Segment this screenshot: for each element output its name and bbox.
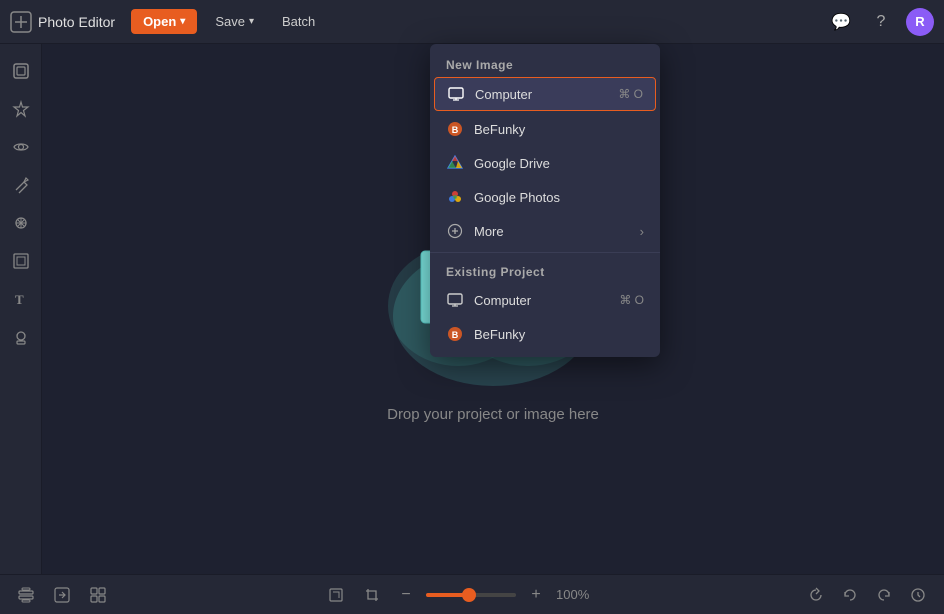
fit-button[interactable] bbox=[322, 581, 350, 609]
menu-divider bbox=[430, 252, 660, 253]
existing-project-section-title: Existing Project bbox=[430, 257, 660, 283]
undo-button[interactable] bbox=[836, 581, 864, 609]
zoom-slider[interactable] bbox=[426, 593, 516, 597]
zoom-in-button[interactable]: + bbox=[524, 583, 548, 607]
zoom-out-button[interactable]: − bbox=[394, 583, 418, 607]
google-drive-icon bbox=[446, 154, 464, 172]
menu-item-befunky-existing[interactable]: B BeFunky bbox=[430, 317, 660, 351]
sidebar-item-brush[interactable] bbox=[4, 168, 38, 202]
bottom-left bbox=[12, 581, 112, 609]
zoom-level: 100% bbox=[556, 587, 592, 602]
monitor-icon bbox=[447, 85, 465, 103]
computer-shortcut-existing: ⌘ O bbox=[619, 293, 644, 307]
save-caret: ▾ bbox=[249, 16, 254, 27]
drop-text: Drop your project or image here bbox=[387, 406, 599, 423]
monitor-icon-existing bbox=[446, 291, 464, 309]
menu-label-google-drive: Google Drive bbox=[474, 156, 550, 171]
sidebar-item-layers[interactable] bbox=[4, 54, 38, 88]
redo-button[interactable] bbox=[870, 581, 898, 609]
more-arrow: › bbox=[640, 224, 644, 239]
chat-icon-button[interactable]: 💬 bbox=[826, 7, 856, 37]
plus-icon bbox=[446, 222, 464, 240]
sidebar-item-eye[interactable] bbox=[4, 130, 38, 164]
menu-item-befunky-new[interactable]: B BeFunky bbox=[430, 112, 660, 146]
sidebar: T bbox=[0, 44, 42, 574]
crop-button[interactable] bbox=[358, 581, 386, 609]
menu-item-google-drive[interactable]: Google Drive bbox=[430, 146, 660, 180]
app-logo: Photo Editor bbox=[10, 11, 115, 33]
befunky-icon-existing: B bbox=[446, 325, 464, 343]
menu-item-computer-new[interactable]: Computer ⌘ O bbox=[434, 77, 656, 111]
svg-text:B: B bbox=[452, 125, 459, 135]
menu-item-computer-existing[interactable]: Computer ⌘ O bbox=[430, 283, 660, 317]
open-button[interactable]: Open ▾ bbox=[131, 9, 197, 34]
help-icon-button[interactable]: ? bbox=[866, 7, 896, 37]
export-button[interactable] bbox=[48, 581, 76, 609]
google-photos-icon bbox=[446, 188, 464, 206]
batch-button[interactable]: Batch bbox=[272, 10, 325, 33]
befunky-icon-new: B bbox=[446, 120, 464, 138]
topbar: Photo Editor Open ▾ Save ▾ Batch 💬 ? R bbox=[0, 0, 944, 44]
menu-label-computer-existing: Computer bbox=[474, 293, 531, 308]
open-caret: ▾ bbox=[180, 16, 185, 27]
sidebar-item-stamp[interactable] bbox=[4, 320, 38, 354]
logo-icon bbox=[10, 11, 32, 33]
computer-shortcut-new: ⌘ O bbox=[618, 87, 643, 101]
new-image-section-title: New Image bbox=[430, 50, 660, 76]
history-button[interactable] bbox=[904, 581, 932, 609]
sidebar-item-text[interactable]: T bbox=[4, 282, 38, 316]
open-dropdown: New Image Computer ⌘ O B BeFunky bbox=[430, 44, 660, 357]
menu-label-google-photos: Google Photos bbox=[474, 190, 560, 205]
svg-text:T: T bbox=[15, 292, 24, 307]
grid-button[interactable] bbox=[84, 581, 112, 609]
bottombar: − + 100% bbox=[0, 574, 944, 614]
menu-label-computer-new: Computer bbox=[475, 87, 532, 102]
menu-item-google-photos[interactable]: Google Photos bbox=[430, 180, 660, 214]
topbar-right: 💬 ? R bbox=[826, 7, 934, 37]
sidebar-item-magic[interactable] bbox=[4, 206, 38, 240]
app-title: Photo Editor bbox=[38, 14, 115, 30]
bottom-right bbox=[802, 581, 932, 609]
layers-bottom-button[interactable] bbox=[12, 581, 40, 609]
sidebar-item-frame[interactable] bbox=[4, 244, 38, 278]
menu-label-befunky-existing: BeFunky bbox=[474, 327, 525, 342]
refresh-button[interactable] bbox=[802, 581, 830, 609]
menu-item-more[interactable]: More › bbox=[430, 214, 660, 248]
menu-label-befunky-new: BeFunky bbox=[474, 122, 525, 137]
svg-text:B: B bbox=[452, 330, 459, 340]
save-button[interactable]: Save ▾ bbox=[205, 10, 264, 33]
menu-label-more: More bbox=[474, 224, 504, 239]
avatar[interactable]: R bbox=[906, 8, 934, 36]
sidebar-item-effects[interactable] bbox=[4, 92, 38, 126]
bottom-center: − + 100% bbox=[322, 581, 592, 609]
